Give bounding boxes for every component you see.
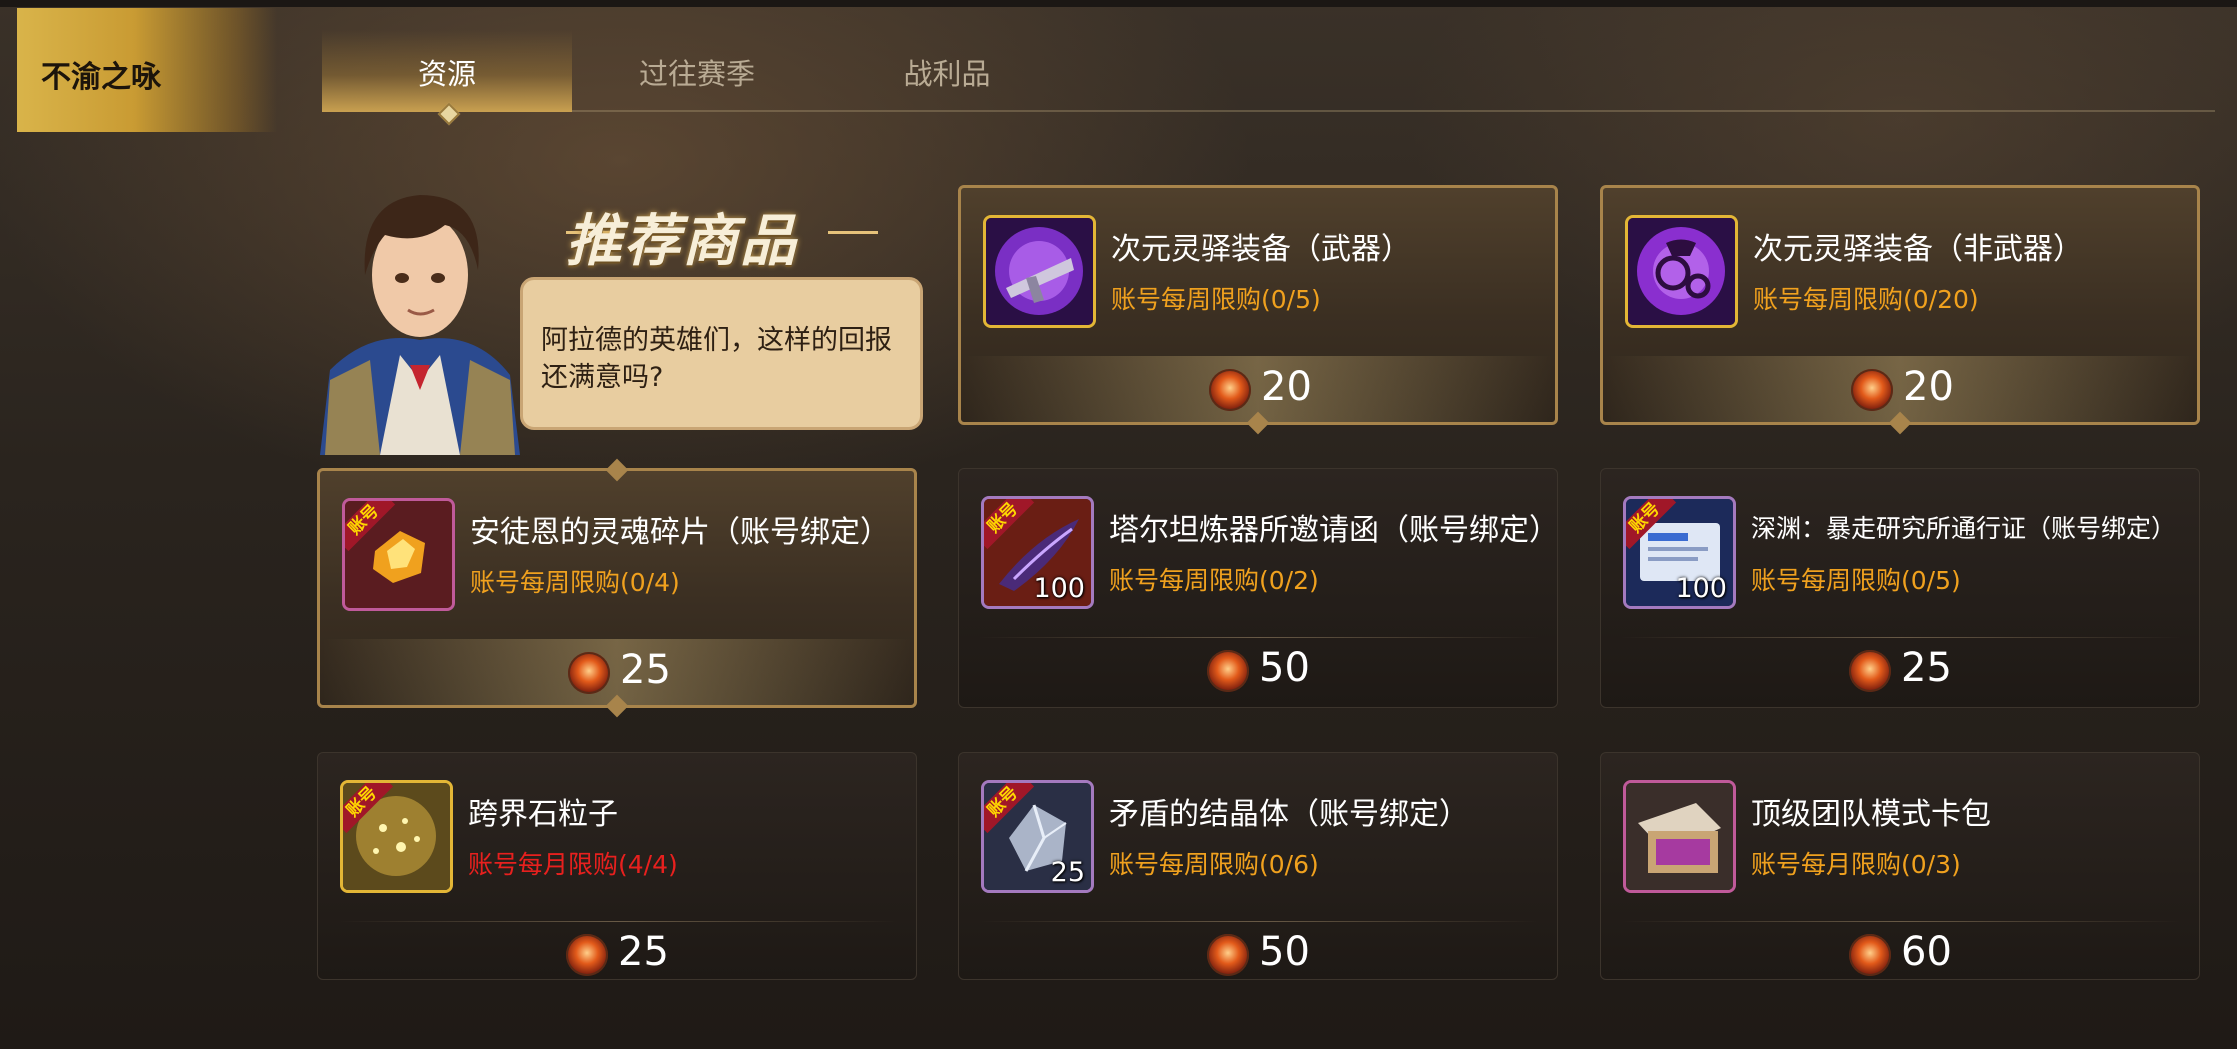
- purchase-limit: 账号每周限购(0/2): [1109, 566, 1319, 595]
- top-edge: [0, 0, 2237, 7]
- item-quantity: 100: [1675, 573, 1727, 604]
- item-thumbnail: [983, 215, 1096, 328]
- purchase-limit: 账号每周限购(0/20): [1753, 285, 1979, 314]
- shop-item-card[interactable]: 账号 安徒恩的灵魂碎片（账号绑定） 账号每周限购(0/4) 25: [317, 458, 917, 718]
- card-notch: [605, 458, 629, 482]
- red-flame-coin-icon: [568, 652, 610, 694]
- item-name: 跨界石粒子: [468, 797, 618, 832]
- active-tab-indicator: [437, 102, 461, 126]
- price-divider: [1621, 637, 2181, 638]
- price-divider: [979, 637, 1539, 638]
- red-flame-coin-icon: [1207, 934, 1249, 976]
- item-price: 50: [1259, 645, 1310, 691]
- item-price: 25: [618, 929, 669, 975]
- red-flame-coin-icon: [1851, 369, 1893, 411]
- red-flame-coin-icon: [1849, 650, 1891, 692]
- tab-resources[interactable]: 资源: [322, 30, 572, 126]
- item-price: 25: [1901, 645, 1952, 691]
- season-label: 不渝之咏: [17, 8, 277, 132]
- item-name: 塔尔坦炼器所邀请函（账号绑定）: [1109, 513, 1559, 548]
- red-flame-coin-icon: [566, 934, 608, 976]
- item-name: 顶级团队模式卡包: [1751, 797, 1991, 832]
- price-divider: [979, 921, 1539, 922]
- item-thumbnail: 账号 25: [981, 780, 1094, 893]
- price-divider: [1621, 921, 2181, 922]
- item-thumbnail: 账号 100: [1623, 496, 1736, 609]
- shop-item-card[interactable]: 次元灵驿装备（非武器） 账号每周限购(0/20) 20: [1600, 185, 2200, 435]
- shop-item-card[interactable]: 次元灵驿装备（武器） 账号每周限购(0/5) 20: [958, 185, 1558, 435]
- tab-spoils-label: 战利品: [903, 57, 991, 91]
- item-thumbnail: [1625, 215, 1738, 328]
- purchase-limit: 账号每月限购(0/3): [1751, 850, 1961, 879]
- item-thumbnail: [1623, 780, 1736, 893]
- purple-armor-orb-icon: [1628, 218, 1735, 325]
- npc-portrait: [320, 195, 520, 455]
- item-quantity: 25: [1050, 857, 1085, 888]
- shop-item-card[interactable]: 账号 100 塔尔坦炼器所邀请函（账号绑定） 账号每周限购(0/2) 50: [958, 468, 1559, 708]
- item-quantity: 100: [1033, 573, 1085, 604]
- shop-item-card[interactable]: 账号 100 深渊：暴走研究所通行证（账号绑定） 账号每周限购(0/5) 25: [1600, 468, 2200, 708]
- price-divider: [338, 921, 898, 922]
- shop-item-card[interactable]: 顶级团队模式卡包 账号每月限购(0/3) 60: [1600, 752, 2200, 980]
- recommend-title: 推荐商品: [566, 209, 798, 274]
- item-thumbnail: 账号: [342, 498, 455, 611]
- card-pack-icon: [1626, 783, 1733, 890]
- shop-item-card[interactable]: 账号 跨界石粒子 账号每月限购(4/4) 25: [317, 752, 917, 980]
- tab-past-seasons-label: 过往赛季: [638, 57, 755, 91]
- red-flame-coin-icon: [1849, 934, 1891, 976]
- purchase-limit: 账号每周限购(0/4): [470, 568, 680, 597]
- red-flame-coin-icon: [1209, 369, 1251, 411]
- item-name: 矛盾的结晶体（账号绑定）: [1109, 797, 1469, 832]
- item-thumbnail: 账号 100: [981, 496, 1094, 609]
- purchase-limit: 账号每周限购(0/5): [1111, 285, 1321, 314]
- item-name: 安徒恩的灵魂碎片（账号绑定）: [470, 515, 890, 550]
- purchase-limit: 账号每周限购(0/6): [1109, 850, 1319, 879]
- npc-dialog-text: 阿拉德的英雄们，这样的回报还满意吗?: [541, 325, 892, 393]
- item-price: 60: [1901, 929, 1952, 975]
- season-label-text: 不渝之咏: [41, 60, 161, 95]
- purple-weapon-orb-icon: [986, 218, 1093, 325]
- item-name: 次元灵驿装备（武器）: [1111, 232, 1411, 267]
- tab-past-seasons[interactable]: 过往赛季: [572, 30, 822, 112]
- item-price: 20: [1903, 364, 1954, 410]
- item-name: 次元灵驿装备（非武器）: [1753, 232, 2083, 267]
- shop-item-card[interactable]: 账号 25 矛盾的结晶体（账号绑定） 账号每周限购(0/6) 50: [958, 752, 1558, 980]
- tab-resources-label: 资源: [417, 57, 476, 91]
- tab-bar: 资源 过往赛季 战利品: [322, 30, 2237, 130]
- tab-spoils[interactable]: 战利品: [822, 30, 1072, 112]
- title-ornament-right: [828, 231, 878, 234]
- item-name: 深渊：暴走研究所通行证（账号绑定）: [1751, 514, 2177, 543]
- purchase-limit: 账号每周限购(0/5): [1751, 566, 1961, 595]
- npc-speech-bubble: 阿拉德的英雄们，这样的回报还满意吗?: [520, 277, 923, 430]
- item-price: 50: [1259, 929, 1310, 975]
- item-price: 20: [1261, 364, 1312, 410]
- item-price: 25: [620, 647, 671, 693]
- red-flame-coin-icon: [1207, 650, 1249, 692]
- purchase-limit: 账号每月限购(4/4): [468, 850, 678, 879]
- item-thumbnail: 账号: [340, 780, 453, 893]
